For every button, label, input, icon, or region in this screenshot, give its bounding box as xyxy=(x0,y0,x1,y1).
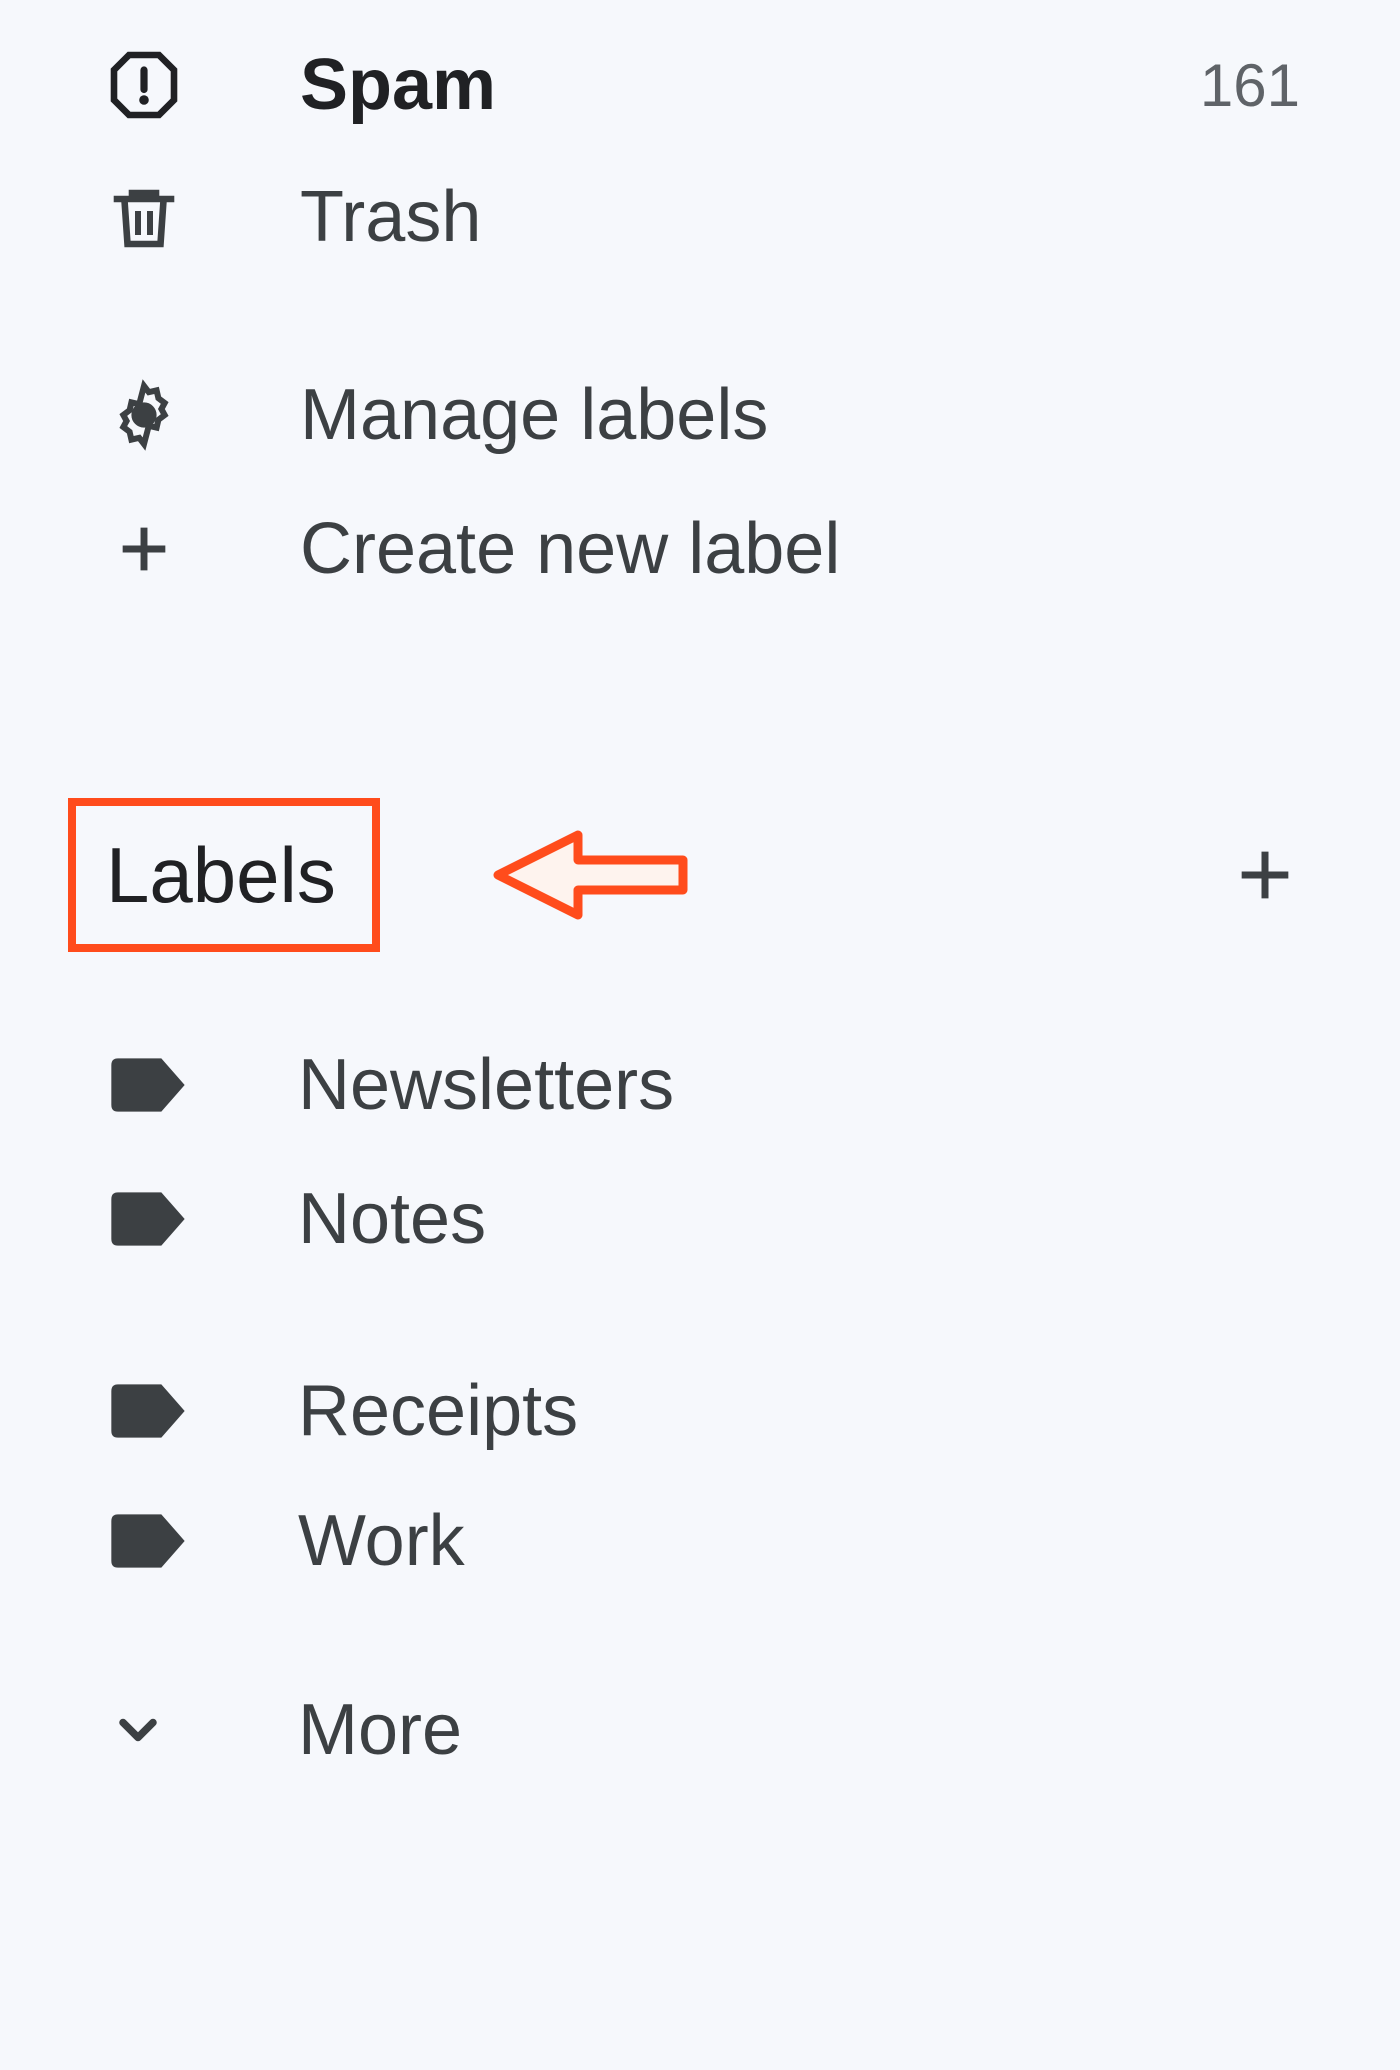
gmail-sidebar: Spam 161 Trash Manage labels xyxy=(0,0,1400,2070)
sidebar-item-spam[interactable]: Spam 161 xyxy=(108,20,1300,150)
sidebar-item-label: Trash xyxy=(180,176,1300,258)
sidebar-item-create-label[interactable]: Create new label xyxy=(108,484,1300,614)
sidebar-label-work[interactable]: Work xyxy=(108,1476,1250,1606)
sidebar-item-more[interactable]: More xyxy=(108,1665,1250,1795)
annotation-highlight-box: Labels xyxy=(68,798,380,952)
sidebar-label-newsletters[interactable]: Newsletters xyxy=(108,1020,1250,1150)
gear-icon xyxy=(108,377,180,453)
sidebar-item-label: Spam xyxy=(180,44,1200,126)
chevron-down-icon xyxy=(108,1700,198,1760)
spam-icon xyxy=(108,49,180,121)
sidebar-item-label: Create new label xyxy=(180,508,1300,590)
sidebar-label-name: Receipts xyxy=(198,1370,1250,1452)
sidebar-label-name: Notes xyxy=(198,1178,1250,1260)
plus-icon xyxy=(108,517,180,581)
sidebar-item-manage-labels[interactable]: Manage labels xyxy=(108,350,1300,480)
label-icon xyxy=(108,1053,198,1117)
sidebar-label-name: Newsletters xyxy=(198,1044,1250,1126)
sidebar-label-name: Work xyxy=(198,1500,1250,1582)
labels-section-title: Labels xyxy=(106,831,336,919)
sidebar-item-label: More xyxy=(198,1689,1250,1771)
label-icon xyxy=(108,1509,198,1573)
sidebar-item-trash[interactable]: Trash xyxy=(108,152,1300,282)
trash-icon xyxy=(108,181,180,253)
labels-section-header: Labels xyxy=(68,790,1330,960)
annotation-arrow-icon xyxy=(488,825,688,925)
sidebar-label-receipts[interactable]: Receipts xyxy=(108,1346,1250,1476)
add-label-button[interactable] xyxy=(1230,840,1300,910)
label-icon xyxy=(108,1379,198,1443)
sidebar-label-notes[interactable]: Notes xyxy=(108,1154,1250,1284)
label-icon xyxy=(108,1187,198,1251)
sidebar-item-count: 161 xyxy=(1200,51,1300,120)
sidebar-item-label: Manage labels xyxy=(180,374,1300,456)
